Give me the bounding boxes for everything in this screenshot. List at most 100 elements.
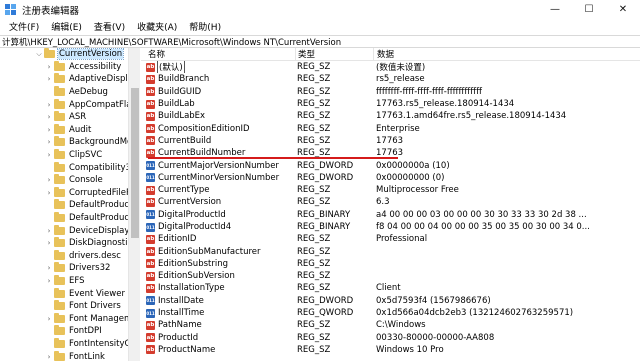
menu-bar: 文件(F) 编辑(E) 查看(V) 收藏夹(A) 帮助(H) <box>0 19 640 34</box>
column-data-header[interactable]: 数据 <box>373 48 640 60</box>
value-type: REG_SZ <box>297 258 331 269</box>
tree-item[interactable]: › AppCompatFlag <box>0 98 139 111</box>
value-row[interactable]: 011 CurrentMinorVersionNumber REG_DWORD 0x0… <box>141 172 640 184</box>
tree-item[interactable]: › Audit <box>0 123 139 137</box>
value-type: REG_SZ <box>297 344 331 355</box>
value-name: BuildBranch <box>158 74 210 85</box>
expand-chevron-icon[interactable]: › <box>44 227 54 235</box>
tree-item-label: AeDebug <box>69 87 108 98</box>
value-name-cell: ab BuildGUID <box>141 87 295 97</box>
value-name-cell: ab BuildLabEx <box>141 111 295 121</box>
column-type-header[interactable]: 类型 <box>295 48 373 60</box>
value-row[interactable]: ab BuildLab REG_SZ 17763.rs5_release.180914… <box>141 98 640 110</box>
key-tree[interactable]: ⌵ CurrentVersion › Accessibility › AdaptiveDi… <box>0 48 140 361</box>
tree-item[interactable]: drivers.desc <box>0 249 139 263</box>
tree-item[interactable]: DefaultProductK <box>0 212 139 225</box>
value-row[interactable]: ab BuildLabEx REG_SZ 17763.1.amd64fre.rs5_r… <box>141 110 640 122</box>
expand-chevron-icon[interactable]: › <box>44 353 54 361</box>
value-row[interactable]: ab CurrentType REG_SZ Multiprocessor Free <box>141 184 640 196</box>
tree-item[interactable]: Font Drivers <box>0 300 139 313</box>
value-name: DigitalProductId <box>158 209 226 220</box>
tree-item[interactable]: › Accessibility <box>0 60 139 74</box>
menu-view[interactable]: 查看(V) <box>88 20 131 33</box>
value-name: CurrentType <box>158 185 210 196</box>
expand-chevron-icon[interactable]: › <box>44 75 54 83</box>
tree-item[interactable]: › BackgroundMod <box>0 136 139 149</box>
expand-chevron-icon[interactable]: › <box>44 315 54 323</box>
tree-item[interactable]: › FontLink <box>0 350 139 361</box>
expand-chevron-icon[interactable]: › <box>44 138 54 146</box>
tree-item[interactable]: › Console <box>0 174 139 187</box>
value-row[interactable]: ab CurrentBuild REG_SZ 17763 <box>141 135 640 147</box>
tree-item[interactable]: › DeviceDisplayO <box>0 224 139 237</box>
value-row[interactable]: ab EditionID REG_SZ Professional <box>141 233 640 245</box>
value-row[interactable]: ab EditionSubstring REG_SZ <box>141 258 640 270</box>
value-row[interactable]: 011 DigitalProductId REG_BINARY a4 00 00 00… <box>141 209 640 221</box>
value-row[interactable]: ab EditionSubManufacturer REG_SZ <box>141 245 640 257</box>
value-row[interactable]: ab CompositionEditionID REG_SZ Enterprise <box>141 122 640 134</box>
tree-item[interactable]: DefaultProductK <box>0 199 139 212</box>
value-row[interactable]: ab ProductName REG_SZ Windows 10 Pro <box>141 344 640 356</box>
tree-item[interactable]: Compatibility32 <box>0 161 139 174</box>
tree-item[interactable]: › AdaptiveDisplay <box>0 73 139 86</box>
value-row[interactable]: 011 InstallDate REG_DWORD 0x5d7593f4 (15679… <box>141 295 640 307</box>
expand-chevron-icon[interactable]: › <box>44 239 54 247</box>
tree-scrollbar[interactable] <box>128 48 140 361</box>
value-row[interactable]: ab PathName REG_SZ C:\Windows <box>141 319 640 331</box>
address-path[interactable]: 计算机\HKEY_LOCAL_MACHINE\SOFTWARE\Microsof… <box>2 36 341 48</box>
expand-chevron-icon[interactable]: › <box>44 113 54 121</box>
tree-item[interactable]: AeDebug <box>0 86 139 99</box>
tree-item[interactable]: › Font Manageme <box>0 312 139 325</box>
collapse-chevron-icon[interactable]: ⌵ <box>34 50 44 59</box>
window-title: 注册表编辑器 <box>22 5 80 17</box>
expand-chevron-icon[interactable]: › <box>44 264 54 272</box>
tree-scrollbar-thumb[interactable] <box>131 88 139 238</box>
value-type: REG_SZ <box>297 234 331 245</box>
minimize-button[interactable]: — <box>538 0 572 19</box>
tree-item[interactable]: FontIntensityCo <box>0 337 139 351</box>
tree-item[interactable]: FontDPI <box>0 325 139 338</box>
tree-item[interactable]: › CorruptedFileRe <box>0 186 139 200</box>
value-row[interactable]: 011 DigitalProductId4 REG_BINARY f8 04 00 0… <box>141 221 640 233</box>
column-name-header[interactable]: 名称 <box>141 48 295 60</box>
value-row[interactable]: ab InstallationType REG_SZ Client <box>141 282 640 294</box>
value-row[interactable]: ab ProductId REG_SZ 00330-80000-00000-AA808 <box>141 332 640 344</box>
tree-item[interactable]: › ClipSVC <box>0 149 139 162</box>
value-name-cell: ab CompositionEditionID <box>141 124 295 134</box>
value-row[interactable]: ab EditionSubVersion REG_SZ <box>141 270 640 282</box>
value-name-cell: ab CurrentVersion <box>141 197 295 207</box>
value-type: REG_SZ <box>297 185 331 196</box>
value-name-cell: 011 DigitalProductId4 <box>141 222 295 232</box>
menu-favorites[interactable]: 收藏夹(A) <box>131 20 183 33</box>
value-row[interactable]: 011 InstallTime REG_QWORD 0x1d566a04dcb2eb3… <box>141 307 640 319</box>
expand-chevron-icon[interactable]: › <box>44 277 54 285</box>
tree-item[interactable]: › EFS <box>0 274 139 288</box>
tree-item[interactable]: ⌵ CurrentVersion <box>0 48 139 61</box>
tree-item[interactable]: › Drivers32 <box>0 262 139 275</box>
expand-chevron-icon[interactable]: › <box>44 189 54 197</box>
folder-icon <box>54 212 65 223</box>
expand-chevron-icon[interactable]: › <box>44 151 54 159</box>
tree-item-label: Font Drivers <box>69 301 121 312</box>
value-row[interactable]: ab (默认) REG_SZ (数值未设置) <box>141 61 640 74</box>
value-name: CurrentMinorVersionNumber <box>158 172 280 183</box>
expand-chevron-icon[interactable]: › <box>44 176 54 184</box>
expand-chevron-icon[interactable]: › <box>44 63 54 71</box>
close-button[interactable]: ✕ <box>606 0 640 19</box>
value-row[interactable]: 011 CurrentMajorVersionNumber REG_DWORD 0x0… <box>141 159 640 171</box>
menu-edit[interactable]: 编辑(E) <box>45 20 88 33</box>
tree-item[interactable]: › ASR <box>0 111 139 124</box>
address-bar[interactable]: 计算机\HKEY_LOCAL_MACHINE\SOFTWARE\Microsof… <box>0 35 640 48</box>
value-row[interactable]: ab BuildGUID REG_SZ ffffffff-ffff-ffff-ffff… <box>141 86 640 98</box>
value-row[interactable]: ab BuildBranch REG_SZ rs5_release <box>141 73 640 85</box>
maximize-button[interactable]: ☐ <box>572 0 606 19</box>
value-row[interactable]: ab CurrentVersion REG_SZ 6.3 <box>141 196 640 208</box>
tree-item[interactable]: › DiskDiagnostics <box>0 237 139 250</box>
expand-chevron-icon[interactable]: › <box>44 126 54 134</box>
menu-help[interactable]: 帮助(H) <box>183 20 227 33</box>
expand-chevron-icon[interactable]: › <box>44 101 54 109</box>
tree-item[interactable]: Event Viewer <box>0 287 139 300</box>
value-list[interactable]: 名称 类型 数据 ab (默认) REG_SZ (数值未设置) ab BuildBranc… <box>141 48 640 361</box>
folder-icon <box>54 249 65 260</box>
menu-file[interactable]: 文件(F) <box>3 20 45 33</box>
